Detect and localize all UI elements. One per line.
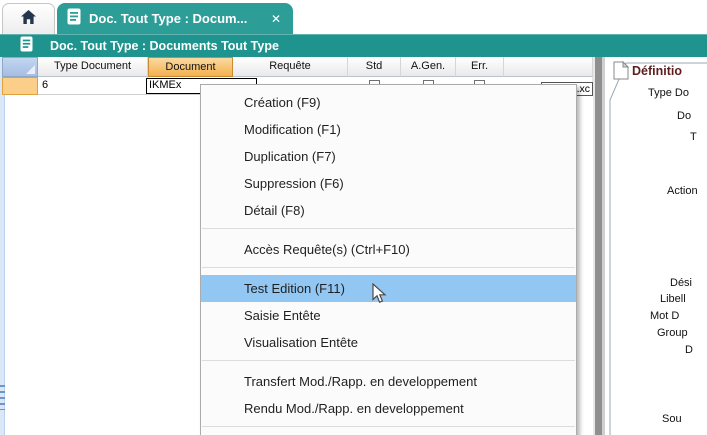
tab-doc-tout-type[interactable]: Doc. Tout Type : Docum... ✕ [57, 3, 293, 34]
cell-type-document[interactable]: 6 [38, 77, 148, 95]
field-label: Action [667, 185, 698, 197]
window-title: Doc. Tout Type : Documents Tout Type [50, 39, 279, 53]
field-label: Sou [662, 413, 682, 425]
document-icon [20, 36, 33, 57]
application-window: Doc. Tout Type : Docum... ✕ Doc. Tout Ty… [0, 0, 707, 435]
menu-item[interactable]: Rendu Mod./Rapp. en developpement [201, 395, 576, 422]
column-header-err[interactable]: Err. [456, 57, 504, 77]
menu-item[interactable]: Création (F9) [201, 89, 576, 116]
grid-select-all-corner[interactable] [2, 57, 38, 77]
menu-item[interactable]: Accès Requête(s) (Ctrl+F10) [201, 236, 576, 263]
document-icon [67, 8, 81, 30]
menu-separator [202, 228, 575, 232]
menu-item[interactable]: Transfert Mod./Rapp. en developpement [201, 368, 576, 395]
close-icon[interactable]: ✕ [265, 12, 287, 26]
menu-separator [202, 426, 575, 430]
home-icon [20, 9, 37, 30]
menu-item[interactable]: Modification (F1) [201, 116, 576, 143]
tab-title: Doc. Tout Type : Docum... [89, 11, 265, 26]
definition-panel: Définitio Type Do Do T Action Dési Libel… [605, 57, 707, 435]
column-header-type-document[interactable]: Type Document [38, 57, 148, 77]
column-header-agen[interactable]: A.Gen. [401, 57, 456, 77]
splitter-grip[interactable] [0, 385, 5, 410]
vertical-splitter[interactable] [593, 57, 605, 435]
field-label: Type Do [648, 87, 689, 99]
field-label: Mot D [650, 310, 679, 322]
field-label: Do [677, 110, 691, 122]
select-all-triangle-icon [26, 65, 35, 74]
field-label: Group [657, 327, 688, 339]
column-header-std[interactable]: Std [348, 57, 401, 77]
menu-item[interactable]: Visualisation Entête [201, 329, 576, 356]
menu-item[interactable]: Duplication (F7) [201, 143, 576, 170]
menu-item[interactable]: Suppression (F6) [201, 170, 576, 197]
context-menu: Création (F9)Modification (F1)Duplicatio… [200, 84, 577, 435]
menu-item[interactable]: Test Edition (F11) [201, 275, 576, 302]
page-icon [613, 61, 629, 85]
column-header-requete[interactable]: Requête [233, 57, 348, 77]
field-label: T [690, 131, 697, 143]
column-header-empty[interactable] [504, 57, 593, 77]
left-splitter-strip [0, 57, 5, 435]
field-label: Libell [660, 293, 686, 305]
home-tab[interactable] [2, 3, 55, 34]
column-header-document[interactable]: Document [148, 57, 233, 77]
mouse-cursor-icon [372, 283, 387, 310]
field-label: Dési [670, 277, 692, 289]
menu-separator [202, 360, 575, 364]
menu-item[interactable]: Saisie Entête [201, 302, 576, 329]
tab-strip: Doc. Tout Type : Docum... ✕ [0, 0, 707, 34]
menu-separator [202, 267, 575, 271]
row-selector[interactable] [2, 77, 38, 95]
field-label: D [685, 344, 693, 356]
window-title-bar: Doc. Tout Type : Documents Tout Type [0, 34, 707, 57]
panel-title: Définitio [632, 64, 682, 78]
menu-item[interactable]: Détail (F8) [201, 197, 576, 224]
